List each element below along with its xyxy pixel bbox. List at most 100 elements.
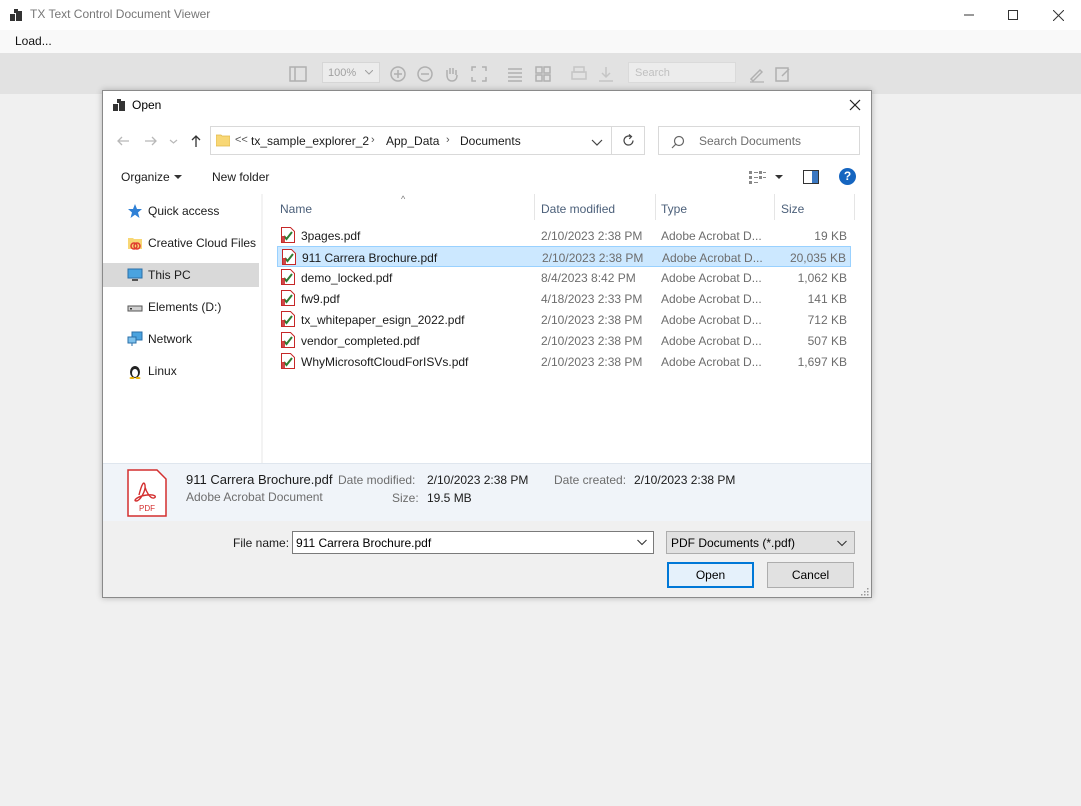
column-divider[interactable] [655,194,656,220]
details-size-label: Size: [392,491,419,505]
navigation-row: << tx_sample_explorer_2 › App_Data › Doc… [103,120,871,160]
file-type-filter-value: PDF Documents (*.pdf) [671,536,796,550]
file-row[interactable]: vendor_completed.pdf 2/10/2023 2:38 PM Ado… [277,330,851,351]
nav-item-network[interactable]: Network [103,327,259,351]
viewer-search-input[interactable]: Search [628,62,736,83]
help-icon: ? [843,169,852,183]
single-page-icon[interactable] [506,65,524,83]
viewer-search-placeholder: Search [635,67,670,79]
address-dropdown-icon[interactable] [591,137,603,147]
refresh-button[interactable] [612,126,645,155]
app-icon [10,9,22,21]
nav-item-elements-drive[interactable]: Elements (D:) [103,295,259,319]
sort-ascending-icon: ^ [401,194,406,204]
nav-item-linux[interactable]: Linux [103,359,259,383]
column-divider[interactable] [854,194,855,220]
back-arrow-icon[interactable] [116,134,130,148]
nav-item-label: Quick access [148,204,220,218]
zoom-value: 100% [328,67,357,79]
file-row[interactable]: 3pages.pdf 2/10/2023 2:38 PM Adobe Acrobat… [277,225,851,246]
file-type: Adobe Acrobat D... [661,355,762,369]
file-row[interactable]: WhyMicrosoftCloudForISVs.pdf 2/10/2023 2:… [277,351,851,372]
pdf-file-icon [281,227,295,243]
close-window-button[interactable] [1035,0,1081,30]
file-type-filter-select[interactable]: PDF Documents (*.pdf) [666,531,855,554]
details-pane: PDF 911 Carrera Brochure.pdf Adobe Acrob… [103,463,871,521]
zoom-in-icon[interactable] [389,65,407,83]
column-header-size[interactable]: Size [781,202,804,216]
sign-icon[interactable] [748,65,766,83]
column-header-date[interactable]: Date modified [541,202,615,216]
nav-item-quick-access[interactable]: Quick access [103,199,259,223]
column-divider[interactable] [774,194,775,220]
chevron-down-icon[interactable] [637,539,647,546]
organize-button[interactable]: Organize [121,170,170,184]
edit-form-icon[interactable] [774,65,792,83]
file-row[interactable]: 911 Carrera Brochure.pdf 2/10/2023 2:38 P… [277,246,851,267]
breadcrumb-overflow[interactable]: << [235,134,248,146]
file-row[interactable]: tx_whitepaper_esign_2022.pdf 2/10/2023 2:… [277,309,851,330]
help-button[interactable]: ? [839,168,856,185]
caret-down-icon [174,175,182,179]
view-options-icon[interactable] [749,170,785,184]
open-button[interactable]: Open [667,562,754,588]
breadcrumb-item[interactable]: App_Data [386,134,439,148]
file-date-modified: 8/4/2023 8:42 PM [541,271,636,285]
pan-hand-icon[interactable] [443,65,461,83]
viewer-toolbar [0,53,1081,94]
address-bar[interactable]: << tx_sample_explorer_2 › App_Data › Doc… [210,126,612,155]
file-type: Adobe Acrobat D... [661,229,762,243]
zoom-select[interactable]: 100% [322,62,380,83]
command-bar: Organize New folder ? [103,160,871,194]
file-row[interactable]: fw9.pdf 4/18/2023 2:33 PM Adobe Acrobat D.… [277,288,851,309]
nav-item-label: Linux [148,364,177,378]
up-arrow-icon[interactable] [189,134,203,148]
column-header-type[interactable]: Type [661,202,687,216]
recent-locations-chevron-icon[interactable] [169,134,178,148]
nav-item-creative-cloud[interactable]: Creative Cloud Files [103,231,259,255]
nav-item-label: Creative Cloud Files [148,236,257,250]
navigation-pane: Quick access Creative Cloud Files This P… [103,194,261,463]
chevron-right-icon[interactable]: › [371,134,375,146]
file-name: 911 Carrera Brochure.pdf [302,251,438,265]
zoom-out-icon[interactable] [416,65,434,83]
column-divider[interactable] [534,194,535,220]
file-size: 712 KB [807,313,847,327]
breadcrumb-item[interactable]: Documents [460,134,521,148]
star-icon [128,204,142,218]
cancel-button[interactable]: Cancel [767,562,854,588]
dialog-close-icon[interactable] [847,97,863,113]
file-name: demo_locked.pdf [301,271,393,285]
search-documents-input[interactable]: Search Documents [658,126,860,155]
pdf-file-icon [281,269,295,285]
open-file-dialog: Open << tx_sample_explorer_2 › App_Data … [102,90,872,598]
sidebar-toggle-icon[interactable] [289,65,307,83]
column-header-name[interactable]: Name [280,202,312,216]
preview-pane-icon[interactable] [803,170,819,184]
minimize-button[interactable] [946,0,992,30]
new-folder-button[interactable]: New folder [212,170,269,184]
file-row[interactable]: demo_locked.pdf 8/4/2023 8:42 PM Adobe Acr… [277,267,851,288]
nav-item-this-pc[interactable]: This PC [103,263,259,287]
print-icon[interactable] [570,65,588,83]
details-date-created-label: Date created: [554,473,627,487]
file-name-input[interactable]: 911 Carrera Brochure.pdf [292,531,654,554]
resize-grip-icon[interactable] [859,586,869,596]
file-list: ^ Name Date modified Type Size 3pages.pd… [263,194,871,463]
details-date-created: 2/10/2023 2:38 PM [634,473,736,487]
file-size: 20,035 KB [789,251,846,265]
details-file-type: Adobe Acrobat Document [186,490,323,504]
minimize-icon [964,14,974,16]
forward-arrow-icon[interactable] [144,134,158,148]
fit-page-icon[interactable] [470,65,488,83]
menu-load[interactable]: Load... [15,34,52,48]
breadcrumb-item[interactable]: tx_sample_explorer_2 [251,134,369,148]
file-date-modified: 2/10/2023 2:38 PM [541,229,643,243]
chevron-right-icon[interactable]: › [446,134,450,146]
close-icon [1052,9,1064,21]
download-icon[interactable] [597,65,615,83]
refresh-icon [622,134,634,146]
thumbnails-icon[interactable] [534,65,552,83]
maximize-button[interactable] [990,0,1036,30]
file-name-value: 911 Carrera Brochure.pdf [296,536,432,550]
